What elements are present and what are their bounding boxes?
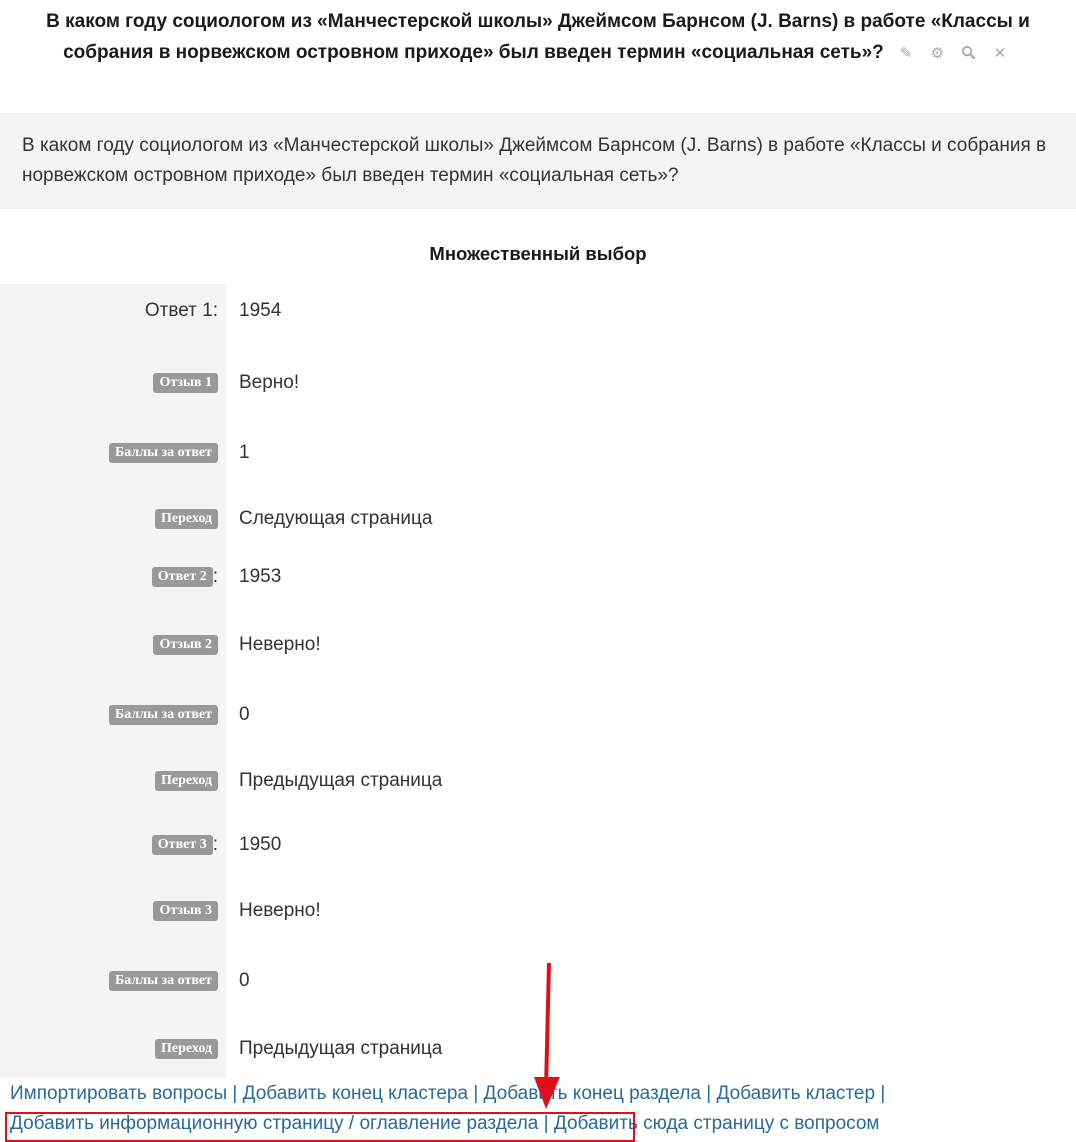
section-header: Множественный выбор xyxy=(429,243,647,264)
question-contents: В каком году социологом из «Манчестерско… xyxy=(0,113,1076,209)
jump-row: Переход Следующая страница xyxy=(0,492,1076,550)
score-badge: Баллы за ответ xyxy=(109,443,218,463)
feedback-row: Отзыв 1 Верно! xyxy=(0,356,1076,426)
score-label: Баллы за ответ xyxy=(0,688,226,754)
jump-label: Переход xyxy=(0,754,226,818)
link-separator: | xyxy=(706,1083,712,1104)
jump-value: Следующая страница xyxy=(239,508,433,529)
score-badge: Баллы за ответ xyxy=(109,971,218,991)
feedback-value: Неверно! xyxy=(239,900,321,921)
feedback-value: Неверно! xyxy=(239,634,321,655)
feedback-label: Отзыв 2 xyxy=(0,618,226,688)
answer-row: Ответ 1: 1954 xyxy=(0,284,1076,356)
answer-label: Ответ 3: xyxy=(0,818,226,884)
answer-label-suffix: : xyxy=(212,834,218,855)
annotation-arrow-icon xyxy=(534,962,560,1109)
score-label: Баллы за ответ xyxy=(0,426,226,492)
feedback-label: Отзыв 3 xyxy=(0,884,226,954)
score-value: 1 xyxy=(239,442,250,463)
page-title: В каком году социологом из «Манчестерско… xyxy=(0,6,1076,69)
jump-row: Переход Предыдущая страница xyxy=(0,754,1076,818)
answer-label-suffix: : xyxy=(212,566,218,587)
answer-value: 1950 xyxy=(239,834,282,855)
jump-label: Переход xyxy=(0,492,226,550)
feedback-row: Отзыв 3 Неверно! xyxy=(0,884,1076,954)
feedback-badge: Отзыв 2 xyxy=(153,635,218,655)
feedback-row: Отзыв 2 Неверно! xyxy=(0,618,1076,688)
feedback-value: Верно! xyxy=(239,372,300,393)
edit-icon[interactable]: ✎ xyxy=(896,38,916,69)
add-cluster-link[interactable]: Добавить кластер xyxy=(717,1083,876,1104)
annotation-highlight-box xyxy=(5,1112,635,1142)
answer-badge: Ответ 3 xyxy=(151,835,213,855)
jump-value: Предыдущая страница xyxy=(239,1038,443,1059)
jump-badge: Переход xyxy=(155,771,218,791)
feedback-badge: Отзыв 3 xyxy=(153,901,218,921)
link-separator: | xyxy=(880,1083,886,1104)
answer-row: Ответ 3: 1950 xyxy=(0,818,1076,884)
answer-row: Ответ 2: 1953 xyxy=(0,550,1076,618)
jump-badge: Переход xyxy=(155,1039,218,1059)
link-separator: | xyxy=(473,1083,479,1104)
score-badge: Баллы за ответ xyxy=(109,705,218,725)
link-separator: | xyxy=(232,1083,238,1104)
add-section-end-link[interactable]: Добавить конец раздела xyxy=(484,1083,701,1104)
feedback-badge: Отзыв 1 xyxy=(153,373,218,393)
import-questions-link[interactable]: Импортировать вопросы xyxy=(10,1083,227,1104)
score-value: 0 xyxy=(239,704,250,725)
question-title: В каком году социологом из «Манчестерско… xyxy=(46,11,1030,64)
score-row: Баллы за ответ 1 xyxy=(0,426,1076,492)
answer-badge: Ответ 2 xyxy=(151,567,213,587)
jump-label: Переход xyxy=(0,1022,226,1078)
answer-label: Ответ 1: xyxy=(0,284,226,356)
answer-label-text: Ответ 1: xyxy=(144,300,218,321)
add-cluster-end-link[interactable]: Добавить конец кластера xyxy=(243,1083,468,1104)
score-label: Баллы за ответ xyxy=(0,954,226,1022)
answer-value: 1953 xyxy=(239,566,282,587)
feedback-label: Отзыв 1 xyxy=(0,356,226,426)
score-row: Баллы за ответ 0 xyxy=(0,688,1076,754)
answer-value: 1954 xyxy=(239,300,282,321)
jump-badge: Переход xyxy=(155,509,218,529)
search-icon[interactable] xyxy=(959,38,979,69)
answer-label: Ответ 2: xyxy=(0,550,226,618)
title-actions: ✎ ⚙ ✕ xyxy=(893,37,1013,69)
score-value: 0 xyxy=(239,970,250,991)
gear-icon[interactable]: ⚙ xyxy=(927,38,947,69)
close-icon[interactable]: ✕ xyxy=(990,38,1010,69)
jump-value: Предыдущая страница xyxy=(239,770,443,791)
